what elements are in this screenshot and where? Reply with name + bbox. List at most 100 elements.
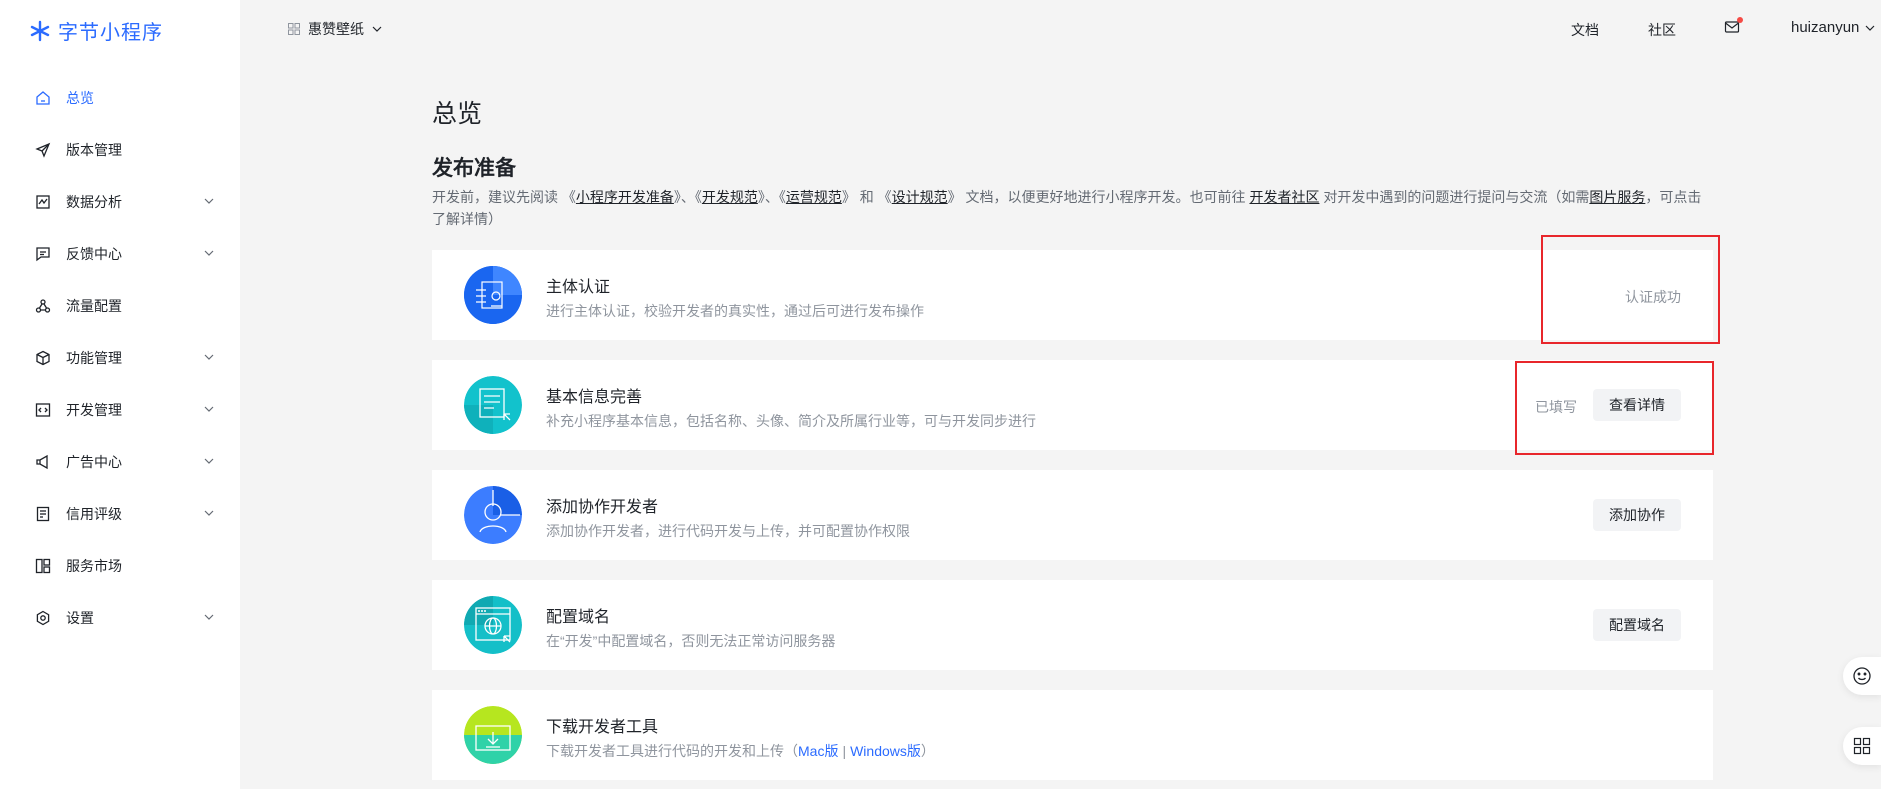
sidebar-item-overview[interactable]: 总览 xyxy=(0,72,240,124)
smile-icon xyxy=(1853,667,1871,685)
send-icon xyxy=(34,141,52,159)
basic-info-icon xyxy=(464,376,522,434)
card-description: 添加协作开发者，进行代码开发与上传，并可配置协作权限 xyxy=(546,523,910,539)
link-ops-spec[interactable]: 运营规范 xyxy=(786,189,842,205)
card-title: 配置域名 xyxy=(546,609,611,626)
sidebar-item-label: 版本管理 xyxy=(66,142,122,158)
desc-text: ） xyxy=(920,743,935,759)
card-configure-domain: 配置域名 在“开发”中配置域名，否则无法正常访问服务器 配置域名 xyxy=(432,580,1713,670)
grid-icon xyxy=(1853,737,1871,755)
desc-text: 》 和 《 xyxy=(841,189,892,205)
collaborator-icon xyxy=(464,486,522,544)
card-description: 补充小程序基本信息，包括名称、头像、简介及所属行业等，可与开发同步进行 xyxy=(546,413,1036,429)
document-icon xyxy=(34,505,52,523)
desc-text: 》、《 xyxy=(673,189,702,205)
card-description: 在“开发”中配置域名，否则无法正常访问服务器 xyxy=(546,633,836,649)
chevron-down-icon xyxy=(204,614,214,620)
link-dev-prep[interactable]: 小程序开发准备 xyxy=(576,189,674,205)
sidebar-item-traffic[interactable]: 流量配置 xyxy=(0,280,240,332)
app-grid-icon xyxy=(288,23,300,35)
sidebar-item-features[interactable]: 功能管理 xyxy=(0,332,240,384)
community-link[interactable]: 社区 xyxy=(1648,20,1676,40)
section-title: 发布准备 xyxy=(432,157,516,180)
megaphone-icon xyxy=(34,453,52,471)
sidebar-item-label: 服务市场 xyxy=(66,558,122,574)
link-separator: | xyxy=(842,743,847,759)
share-icon xyxy=(34,297,52,315)
sidebar-item-market[interactable]: 服务市场 xyxy=(0,540,240,592)
windows-download-link[interactable]: Windows版 xyxy=(850,743,921,759)
page-title: 总览 xyxy=(432,100,483,128)
grid-icon xyxy=(34,557,52,575)
sidebar-item-label: 广告中心 xyxy=(66,454,122,470)
card-title: 下载开发者工具 xyxy=(546,719,659,736)
sidebar-item-feedback[interactable]: 反馈中心 xyxy=(0,228,240,280)
docs-link[interactable]: 文档 xyxy=(1571,20,1599,40)
desc-text: 开发前，建议先阅读 《 xyxy=(432,189,576,205)
chevron-down-icon xyxy=(204,354,214,360)
card-entity-verification: 主体认证 进行主体认证，校验开发者的真实性，通过后可进行发布操作 认证成功 xyxy=(432,250,1713,340)
add-collaborator-button[interactable]: 添加协作 xyxy=(1593,499,1681,531)
desc-text: 》 文档，以便更好地进行小程序开发。也可前往 xyxy=(947,189,1250,205)
settings-icon xyxy=(34,609,52,627)
sidebar-item-label: 数据分析 xyxy=(66,194,122,210)
sidebar-item-label: 开发管理 xyxy=(66,402,122,418)
mail-icon[interactable] xyxy=(1724,17,1743,37)
card-title: 添加协作开发者 xyxy=(546,499,659,516)
message-icon xyxy=(34,245,52,263)
card-description: 进行主体认证，校验开发者的真实性，通过后可进行发布操作 xyxy=(546,303,924,319)
brand-name: 字节小程序 xyxy=(58,22,163,44)
sidebar-item-version[interactable]: 版本管理 xyxy=(0,124,240,176)
topbar: 惠赞壁纸 文档 社区 huizanyun xyxy=(240,0,1881,58)
verification-icon xyxy=(464,266,522,324)
download-tool-icon xyxy=(464,706,522,764)
cube-icon xyxy=(34,349,52,367)
sidebar-item-credit[interactable]: 信用评级 xyxy=(0,488,240,540)
card-title: 基本信息完善 xyxy=(546,389,643,406)
link-dev-community[interactable]: 开发者社区 xyxy=(1249,189,1319,205)
sidebar-item-dev[interactable]: 开发管理 xyxy=(0,384,240,436)
sidebar-item-ads[interactable]: 广告中心 xyxy=(0,436,240,488)
sidebar: 字节小程序 总览 版本管理 数据分析 反馈中心 流量配置 功能管理 开发管理 广… xyxy=(0,0,240,789)
section-description: 开发前，建议先阅读 《小程序开发准备》、《开发规范》、《运营规范》 和 《设计规… xyxy=(432,186,1707,230)
notification-dot xyxy=(1737,17,1743,23)
sidebar-item-settings[interactable]: 设置 xyxy=(0,592,240,644)
chart-icon xyxy=(34,193,52,211)
desc-text: 下载开发者工具进行代码的开发和上传（ xyxy=(546,743,798,759)
chevron-down-icon xyxy=(1865,25,1875,31)
configure-domain-button[interactable]: 配置域名 xyxy=(1593,609,1681,641)
domain-icon xyxy=(464,596,522,654)
sidebar-item-label: 设置 xyxy=(66,610,94,626)
sidebar-item-label: 流量配置 xyxy=(66,298,122,314)
apps-float-button[interactable] xyxy=(1843,727,1881,765)
sidebar-nav: 总览 版本管理 数据分析 反馈中心 流量配置 功能管理 开发管理 广告中心 信用… xyxy=(0,72,240,644)
sidebar-item-label: 反馈中心 xyxy=(66,246,122,262)
chevron-down-icon xyxy=(204,510,214,516)
user-menu[interactable]: huizanyun xyxy=(1791,19,1875,36)
card-download-tools: 下载开发者工具 下载开发者工具进行代码的开发和上传（Mac版 | Windows版） xyxy=(432,690,1713,780)
sidebar-item-label: 总览 xyxy=(66,90,94,106)
link-design-spec[interactable]: 设计规范 xyxy=(892,189,948,205)
chevron-down-icon xyxy=(372,26,382,32)
link-image-service[interactable]: 图片服务 xyxy=(1589,189,1645,205)
chevron-down-icon xyxy=(204,198,214,204)
card-title: 主体认证 xyxy=(546,279,611,296)
app-switcher[interactable]: 惠赞壁纸 xyxy=(288,19,382,39)
mac-download-link[interactable]: Mac版 xyxy=(798,743,838,759)
chevron-down-icon xyxy=(204,250,214,256)
chevron-down-icon xyxy=(204,458,214,464)
brand-logo-icon xyxy=(30,20,50,41)
sidebar-item-label: 信用评级 xyxy=(66,506,122,522)
card-description: 下载开发者工具进行代码的开发和上传（Mac版 | Windows版） xyxy=(546,741,935,761)
card-add-collaborator: 添加协作开发者 添加协作开发者，进行代码开发与上传，并可配置协作权限 添加协作 xyxy=(432,470,1713,560)
highlight-box xyxy=(1515,361,1714,455)
highlight-box xyxy=(1541,235,1720,344)
sidebar-item-analytics[interactable]: 数据分析 xyxy=(0,176,240,228)
app-name: 惠赞壁纸 xyxy=(308,21,364,37)
username: huizanyun xyxy=(1791,19,1860,36)
feedback-float-button[interactable] xyxy=(1843,657,1881,695)
brand-logo[interactable]: 字节小程序 xyxy=(28,16,163,45)
chevron-down-icon xyxy=(204,406,214,412)
code-icon xyxy=(34,401,52,419)
link-dev-spec[interactable]: 开发规范 xyxy=(702,189,758,205)
